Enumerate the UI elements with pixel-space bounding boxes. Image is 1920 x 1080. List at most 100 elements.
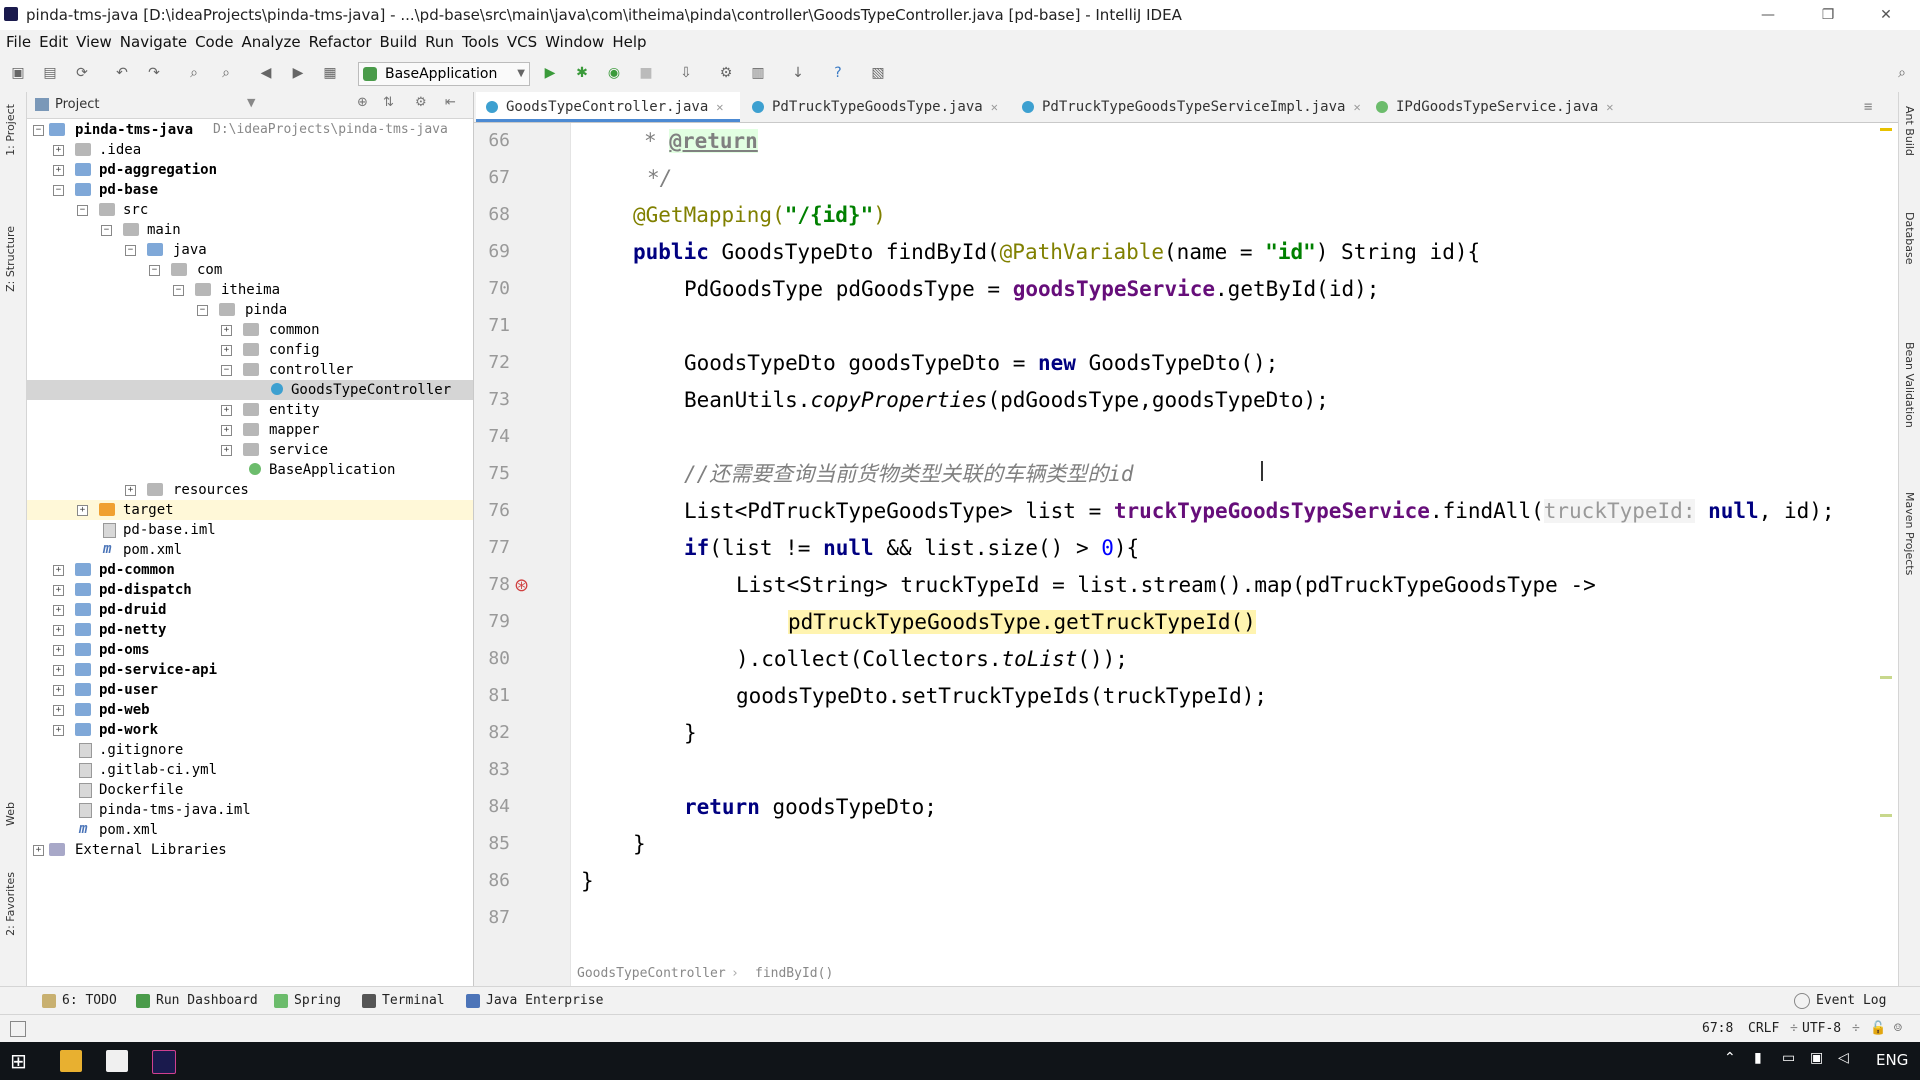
menu-tools[interactable]: Tools	[458, 30, 503, 54]
tree-item[interactable]: − java	[27, 240, 473, 260]
tree-item[interactable]: + pd-netty	[27, 620, 473, 640]
menu-run[interactable]: Run	[421, 30, 458, 54]
battery-icon[interactable]: ▭	[1782, 1050, 1804, 1072]
tab-run-dashboard[interactable]: Run Dashboard	[136, 987, 258, 1015]
menu-file[interactable]: File	[2, 30, 35, 54]
tab-web[interactable]: Web	[4, 802, 17, 826]
tree-item[interactable]: + service	[27, 440, 473, 460]
debug-icon[interactable]: ✱	[572, 63, 592, 83]
language-indicator[interactable]: ENG	[1876, 1051, 1908, 1069]
close-icon[interactable]: ✕	[716, 100, 723, 114]
breadcrumb-item[interactable]: findById()	[755, 966, 833, 981]
tree-item[interactable]: + entity	[27, 400, 473, 420]
tree-item[interactable]: + pd-dispatch	[27, 580, 473, 600]
line-separator[interactable]: CRLF	[1748, 1021, 1779, 1036]
maximize-button[interactable]: ❐	[1808, 4, 1848, 26]
menu-view[interactable]: View	[72, 30, 116, 54]
tree-item[interactable]: + common	[27, 320, 473, 340]
tree-item[interactable]: pinda-tms-java.iml	[27, 800, 473, 820]
change-marker[interactable]	[1880, 676, 1892, 679]
tree-item[interactable]: m pom.xml	[27, 540, 473, 560]
undo-icon[interactable]: ↶	[112, 63, 132, 83]
tree-item[interactable]: + External Libraries	[27, 840, 473, 860]
menu-code[interactable]: Code	[191, 30, 237, 54]
tree-item[interactable]: + resources	[27, 480, 473, 500]
save-icon[interactable]: ▤	[40, 63, 60, 83]
menu-help[interactable]: Help	[608, 30, 650, 54]
tab-bean-validation[interactable]: Bean Validation	[1903, 342, 1916, 428]
forward-icon[interactable]: ▶	[288, 63, 308, 83]
tab-goodstypecontroller[interactable]: GoodsTypeController.java ✕	[476, 92, 740, 122]
tree-item[interactable]: + pd-web	[27, 700, 473, 720]
back-icon[interactable]: ◀	[256, 63, 276, 83]
tree-item[interactable]: pd-base.iml	[27, 520, 473, 540]
lock-icon[interactable]: 🔓	[1870, 1021, 1886, 1036]
search-icon[interactable]: ⌕	[1892, 63, 1912, 83]
tab-ipdgoodstypeservice[interactable]: IPdGoodsTypeService.java ✕	[1366, 92, 1624, 122]
windows-start-icon[interactable]: ⊞	[10, 1050, 32, 1072]
project-structure-icon[interactable]: ⚙	[716, 63, 736, 83]
tab-todo[interactable]: 6: TODO	[42, 987, 117, 1015]
tree-item[interactable]: + pd-aggregation	[27, 160, 473, 180]
tree-item[interactable]: + pd-common	[27, 560, 473, 580]
find-icon[interactable]: ⌕	[184, 63, 204, 83]
menu-analyze[interactable]: Analyze	[237, 30, 304, 54]
file-explorer-icon[interactable]	[60, 1050, 82, 1072]
tab-structure[interactable]: Z: Structure	[4, 226, 17, 292]
tab-pdtrucktypegoodstypeserviceimpl[interactable]: PdTruckTypeGoodsTypeServiceImpl.java ✕	[1012, 92, 1371, 122]
sync-icon[interactable]: ⟳	[72, 63, 92, 83]
terminal-icon[interactable]: ▧	[868, 63, 888, 83]
close-icon[interactable]: ✕	[991, 100, 998, 114]
tree-item[interactable]: + pd-work	[27, 720, 473, 740]
project-panel-title[interactable]: Project	[55, 97, 99, 112]
tree-item[interactable]: m pom.xml	[27, 820, 473, 840]
tree-item[interactable]: + mapper	[27, 420, 473, 440]
tab-java-enterprise[interactable]: Java Enterprise	[466, 987, 603, 1015]
menu-edit[interactable]: Edit	[35, 30, 72, 54]
tree-item[interactable]: + pd-user	[27, 680, 473, 700]
override-method-icon[interactable]: ⊛	[514, 575, 529, 596]
tab-spring[interactable]: Spring	[274, 987, 341, 1015]
microphone-icon[interactable]: ▮	[1754, 1050, 1776, 1072]
file-encoding[interactable]: UTF-8	[1802, 1021, 1841, 1036]
tab-pdtrucktypegoodstype[interactable]: PdTruckTypeGoodsType.java ✕	[742, 92, 1008, 122]
vcs-icon[interactable]: ↓	[788, 63, 808, 83]
tree-item-selected[interactable]: GoodsTypeController	[27, 380, 473, 400]
tab-list-menu-icon[interactable]: ≡	[1864, 92, 1872, 122]
minimize-button[interactable]: —	[1748, 4, 1788, 26]
menu-build[interactable]: Build	[376, 30, 422, 54]
notepad-icon[interactable]	[106, 1050, 128, 1072]
menu-vcs[interactable]: VCS	[503, 30, 541, 54]
collapse-icon[interactable]: ⇅	[383, 95, 394, 110]
close-icon[interactable]: ✕	[1353, 100, 1360, 114]
ant-icon[interactable]: ⇩	[676, 63, 696, 83]
open-folder-icon[interactable]: ▣	[8, 63, 28, 83]
menu-navigate[interactable]: Navigate	[116, 30, 191, 54]
caret-position[interactable]: 67:8	[1702, 1021, 1733, 1036]
change-marker[interactable]	[1880, 814, 1892, 817]
layout-icon[interactable]	[10, 1021, 26, 1037]
hide-icon[interactable]: ⇤	[445, 95, 456, 110]
redo-icon[interactable]: ↷	[144, 63, 164, 83]
tray-chevron-up-icon[interactable]: ⌃	[1724, 1050, 1746, 1072]
stop-icon[interactable]: ■	[636, 63, 656, 83]
tree-item[interactable]: + config	[27, 340, 473, 360]
intellij-taskbar-icon[interactable]	[152, 1050, 176, 1074]
run-icon[interactable]: ▶	[540, 63, 560, 83]
tab-project[interactable]: 1: Project	[4, 104, 17, 156]
tree-item[interactable]: − controller	[27, 360, 473, 380]
network-icon[interactable]: ▣	[1810, 1050, 1832, 1072]
tree-item[interactable]: Dockerfile	[27, 780, 473, 800]
tree-item[interactable]: − itheima	[27, 280, 473, 300]
tab-ant-build[interactable]: Ant Build	[1903, 106, 1916, 156]
help-icon[interactable]: ?	[828, 63, 848, 83]
close-button[interactable]: ✕	[1866, 4, 1906, 26]
tree-item[interactable]: + target	[27, 500, 473, 520]
tab-terminal[interactable]: Terminal	[362, 987, 445, 1015]
tree-item[interactable]: − src	[27, 200, 473, 220]
tab-database[interactable]: Database	[1903, 212, 1916, 265]
tree-item[interactable]: + pd-druid	[27, 600, 473, 620]
tab-favorites[interactable]: 2: Favorites	[4, 872, 17, 936]
build-icon[interactable]: ▦	[320, 63, 340, 83]
warning-marker[interactable]	[1880, 128, 1892, 131]
